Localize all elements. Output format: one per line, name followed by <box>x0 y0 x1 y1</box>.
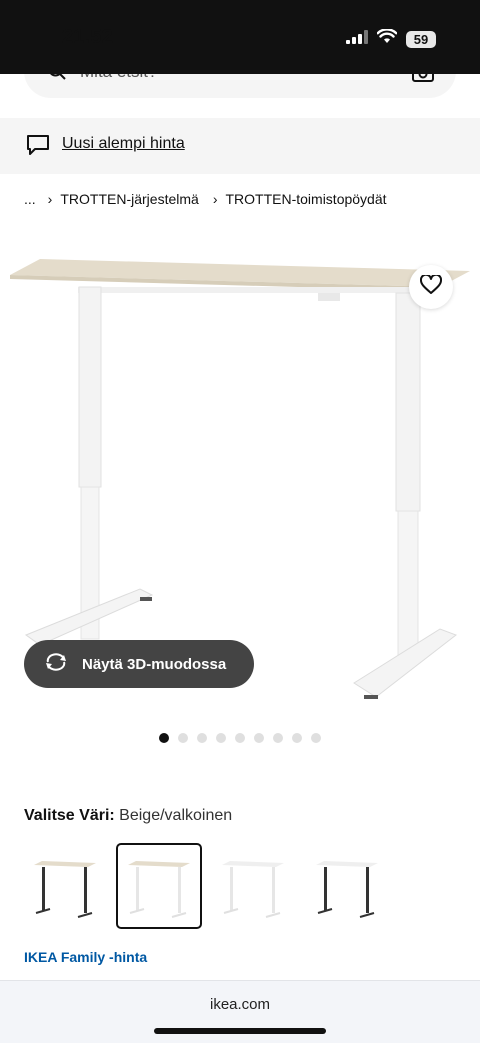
carousel-dot[interactable] <box>216 733 226 743</box>
status-bar-mask: 21.52 59 <box>0 0 480 74</box>
battery-indicator: 59 <box>406 30 436 48</box>
new-lower-price-link[interactable]: Uusi alempi hinta <box>62 135 185 153</box>
carousel-dot[interactable] <box>178 733 188 743</box>
breadcrumb-ellipsis[interactable]: ... <box>24 191 36 207</box>
breadcrumb: ... › TROTTEN-järjestelmä › TROTTEN-toim… <box>24 191 387 207</box>
home-indicator <box>154 1028 326 1034</box>
carousel-dot[interactable] <box>254 733 264 743</box>
color-label-value: Beige/valkoinen <box>119 807 233 824</box>
carousel-dot[interactable] <box>292 733 302 743</box>
signal-icon <box>346 29 368 49</box>
carousel-dot[interactable] <box>235 733 245 743</box>
color-swatch-beige-black[interactable] <box>24 845 106 927</box>
status-icons-overlay: 59 <box>346 28 436 49</box>
breadcrumb-item[interactable]: TROTTEN-toimistopöydät <box>225 191 386 207</box>
color-swatch-white[interactable] <box>212 845 294 927</box>
status-time-overlay: 21.52 <box>62 26 114 48</box>
wifi-icon <box>376 28 398 49</box>
chevron-right-icon: › <box>47 191 53 207</box>
color-label-title: Valitse Väri: <box>24 807 115 824</box>
chat-bubble-icon <box>26 134 50 161</box>
carousel-dot[interactable] <box>311 733 321 743</box>
heart-icon <box>419 273 443 300</box>
view-3d-label: Näytä 3D-muodossa <box>82 655 227 673</box>
carousel-dot[interactable] <box>197 733 207 743</box>
breadcrumb-item[interactable]: TROTTEN-järjestelmä <box>60 191 198 207</box>
ikea-family-price-label[interactable]: IKEA Family -hinta <box>24 949 147 965</box>
color-swatch-white-black[interactable] <box>306 845 388 927</box>
browser-address-bar[interactable]: ikea.com <box>0 980 480 1043</box>
color-swatches <box>24 843 388 929</box>
price-notice-bar: Uusi alempi hinta <box>0 118 480 174</box>
chevron-right-icon: › <box>212 191 218 207</box>
url-text[interactable]: ikea.com <box>0 996 480 1013</box>
color-select-label: Valitse Väri: Beige/valkoinen <box>24 807 232 825</box>
image-carousel-dots <box>159 733 321 743</box>
rotate-3d-icon <box>44 653 68 675</box>
favorite-button[interactable] <box>409 265 453 309</box>
carousel-dot[interactable] <box>273 733 283 743</box>
page: 21.52 59 Mit <box>0 0 480 1043</box>
view-3d-button[interactable]: Näytä 3D-muodossa <box>24 640 254 688</box>
color-swatch-beige-white[interactable] <box>116 843 202 929</box>
carousel-dot[interactable] <box>159 733 169 743</box>
